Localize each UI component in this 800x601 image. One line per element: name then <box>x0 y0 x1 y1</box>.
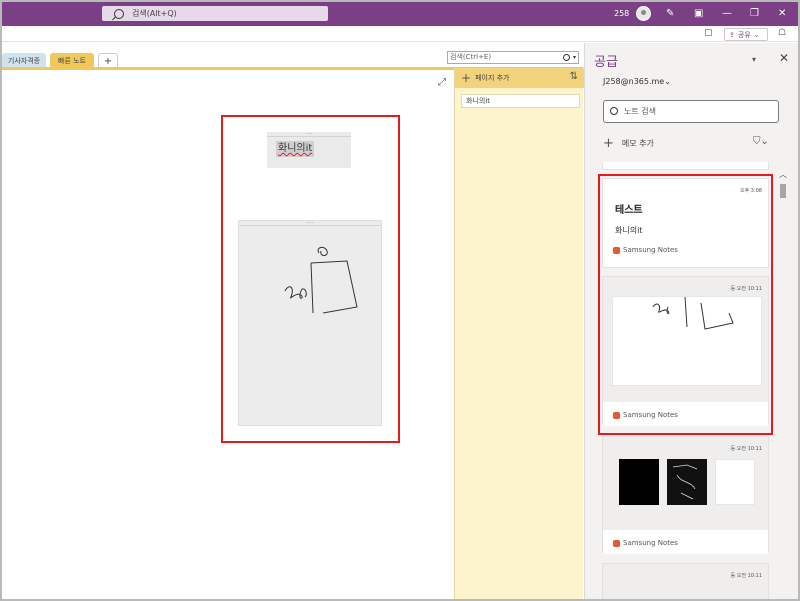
chevron-down-icon[interactable]: ▾ <box>752 55 756 64</box>
onenote-window: 검색(Alt+Q) 258 ✎ ▣ — ❐ ✕ ▢ ⇪ 공유 ⌄ ☖ 기사자격증… <box>2 2 798 599</box>
account-selector[interactable]: J258@n365.me⌄ <box>603 77 671 86</box>
highlight-box-feed <box>598 174 773 435</box>
card-time: 등 오전 10:11 <box>730 573 762 579</box>
note-search-placeholder: 노트 검색 <box>624 107 656 116</box>
comments-icon[interactable]: ☖ <box>778 28 786 38</box>
tab-section-1[interactable]: 기사자격증 <box>2 53 46 68</box>
feed-card-partial[interactable] <box>602 162 769 170</box>
card-time: 등 오전 10:11 <box>730 446 762 452</box>
global-search-label: 검색(Alt+Q) <box>132 9 177 18</box>
scroll-thumb[interactable] <box>780 184 786 198</box>
card-footer: Samsung Notes <box>603 529 768 554</box>
search-icon <box>610 107 618 115</box>
close-icon[interactable]: ✕ <box>779 51 789 65</box>
search-icon <box>114 8 124 19</box>
card-source-label: Samsung Notes <box>623 539 678 547</box>
plus-icon: + <box>603 136 614 151</box>
feed-card[interactable]: 등 오전 10:11 <box>602 563 769 599</box>
restore-icon[interactable]: ❐ <box>750 7 759 21</box>
user-number: 258 <box>614 9 630 18</box>
global-search-box[interactable]: 검색(Alt+Q) <box>102 6 328 21</box>
chevron-up-icon[interactable]: ︿ <box>778 169 788 180</box>
share-button[interactable]: ⇪ 공유 ⌄ <box>724 28 768 41</box>
ribbon-row: ▢ ⇪ 공유 ⌄ ☖ <box>2 26 798 42</box>
feed-card[interactable]: 등 오전 10:11 Samsung Notes <box>602 436 769 554</box>
share-label: 공유 <box>737 30 751 39</box>
filter-icon[interactable]: ⛉⌄ <box>753 136 769 147</box>
feed-title: 공급 <box>594 55 618 70</box>
add-page-label: 페이지 추가 <box>475 74 510 82</box>
pen-icon[interactable]: ✎ <box>666 7 674 21</box>
title-bar: 검색(Alt+Q) 258 ✎ ▣ — ❐ ✕ <box>2 2 798 26</box>
sort-icon[interactable]: ⇅ <box>570 71 578 82</box>
add-page-button[interactable]: + 페이지 추가 ⇅ <box>455 68 584 88</box>
page-list-panel: + 페이지 추가 ⇅ 화니의it <box>454 68 584 599</box>
expand-icon[interactable]: ⤢ <box>438 77 446 88</box>
plus-icon: + <box>461 71 472 85</box>
page-search-input[interactable]: 검색(Ctrl+E) ▾ <box>447 51 579 64</box>
add-memo-button[interactable]: + 메모 추가 <box>603 137 654 150</box>
add-memo-label: 메모 추가 <box>621 139 654 148</box>
chevron-down-icon: ⌄ <box>753 30 760 39</box>
share-icon: ⇪ <box>729 30 735 39</box>
add-section-button[interactable]: + <box>98 53 118 68</box>
avatar[interactable] <box>636 6 651 21</box>
search-icon <box>563 54 570 61</box>
sticky-notes-icon[interactable]: ▢ <box>704 28 713 38</box>
highlight-box-canvas <box>221 115 400 443</box>
page-search-placeholder: 검색(Ctrl+E) <box>450 53 492 61</box>
note-search-input[interactable]: 노트 검색 <box>603 100 779 123</box>
image-thumbnail <box>715 459 755 505</box>
image-thumbnail <box>619 459 659 505</box>
reader-icon[interactable]: ▣ <box>694 7 703 21</box>
card-source: Samsung Notes <box>613 539 678 547</box>
close-window-icon[interactable]: ✕ <box>778 7 786 21</box>
account-email: J258@n365.me <box>603 77 665 86</box>
minimize-icon[interactable]: — <box>722 7 732 21</box>
feed-scrollbar[interactable]: ︿ <box>778 164 788 599</box>
chevron-down-icon: ▾ <box>572 54 576 61</box>
samsung-notes-icon <box>613 539 620 547</box>
tab-section-2[interactable]: 빠른 노트 <box>50 53 94 68</box>
image-thumbnail <box>667 459 707 505</box>
note-canvas[interactable]: ⤢ ···· 화니의it ···· <box>2 70 454 599</box>
page-list-item[interactable]: 화니의it <box>461 94 580 108</box>
thumbnail-drawing <box>672 464 698 500</box>
